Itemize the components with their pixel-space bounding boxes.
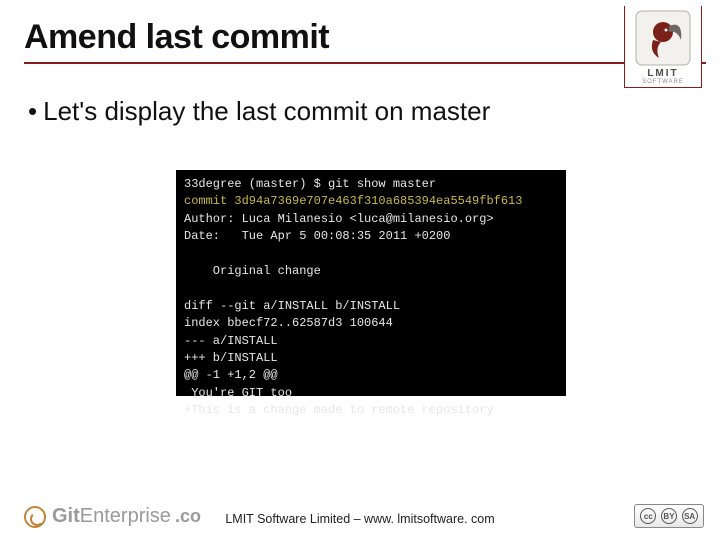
term-date: Date: Tue Apr 5 00:08:35 2011 +0200 [184,229,450,243]
logo-text: LMIT [629,68,697,79]
squirrel-icon [635,10,691,66]
lmit-logo: LMIT SOFTWARE [624,6,702,88]
terminal-screenshot: 33degree (master) $ git show master comm… [176,170,566,396]
term-msg: Original change [184,264,321,278]
cc-icon: cc [640,508,656,524]
footer-center: LMIT Software Limited – www. lmitsoftwar… [0,512,720,526]
term-diff3: --- a/INSTALL [184,334,278,348]
bullet-line: •Let's display the last commit on master [28,96,490,127]
term-hunk: @@ -1 +1,2 @@ [184,368,278,382]
term-author: Author: Luca Milanesio <luca@milanesio.o… [184,212,494,226]
logo-subtext: SOFTWARE [629,79,697,85]
term-diff2: index bbecf72..62587d3 100644 [184,316,393,330]
slide-title: Amend last commit [24,18,329,57]
term-ctx: You're GIT too [184,386,292,400]
title-rule [24,62,706,64]
term-diff1: diff --git a/INSTALL b/INSTALL [184,299,400,313]
term-prompt: 33degree (master) $ git show master [184,177,436,191]
bullet-text: Let's display the last commit on master [43,96,490,126]
term-diff4: +++ b/INSTALL [184,351,278,365]
cc-license-badge: cc BY SA [634,504,704,528]
by-icon: BY [661,508,677,524]
term-commit: commit 3d94a7369e707e463f310a685394ea554… [184,194,522,208]
bullet-dot: • [28,96,37,126]
term-add: +This is a change made to remote reposit… [184,403,494,417]
sa-icon: SA [682,508,698,524]
